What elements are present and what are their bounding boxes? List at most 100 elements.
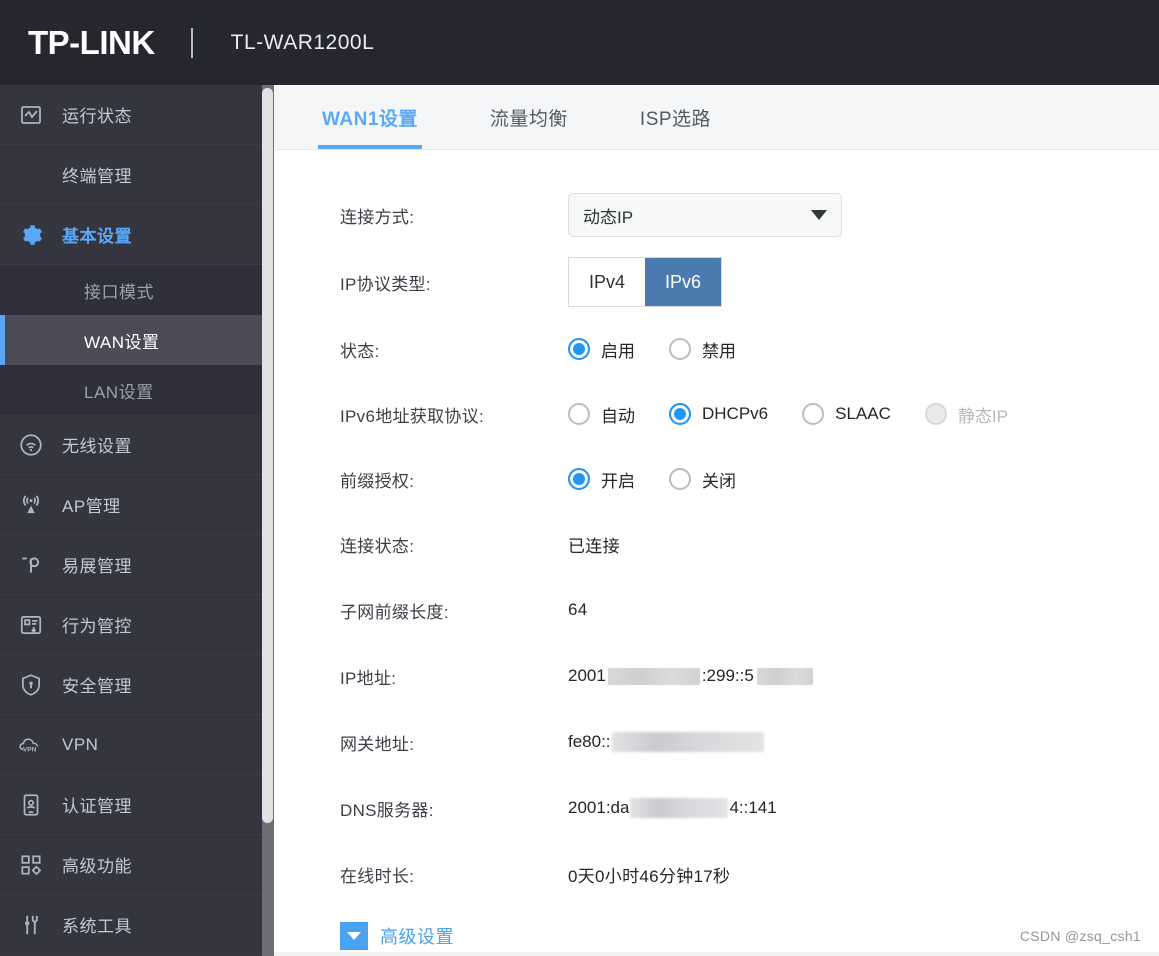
connection-status-value: 已连接	[568, 536, 620, 556]
redacted-block	[756, 667, 813, 685]
radio-dot	[568, 403, 590, 425]
sidebar-nav: 运行状态 终端管理 基本设置 接口模式 WAN设置 LAN设置 无线设置 AP管…	[0, 85, 263, 956]
sidebar-item-security-management[interactable]: 安全管理	[0, 655, 263, 715]
grid-gear-icon	[0, 852, 62, 878]
device-model-label: TL-WAR1200L	[230, 30, 375, 54]
sidebar-item-label: AP管理	[62, 497, 121, 516]
ipv6-acquire-radio-group: 自动 DHCPv6 SLAAC 静态IP	[568, 402, 1042, 427]
advanced-settings-toggle[interactable]: 高级设置	[340, 922, 454, 950]
status-radio-group: 启用 禁用	[568, 337, 770, 362]
sidebar-subitem-interface-mode[interactable]: 接口模式	[0, 265, 263, 315]
ip-protocol-toggle: IPv4 IPv6	[568, 257, 722, 307]
chevron-down-icon	[811, 210, 827, 220]
sidebar-subitem-lan-settings[interactable]: LAN设置	[0, 365, 263, 415]
field-online-duration: 在线时长: 0天0小时46分钟17秒	[340, 851, 1159, 897]
radio-label: 静态IP	[957, 406, 1008, 426]
connection-mode-select[interactable]: 动态IP	[568, 193, 842, 237]
sidebar-item-wireless-settings[interactable]: 无线设置	[0, 415, 263, 475]
sidebar-item-label: 安全管理	[62, 677, 132, 696]
field-label: 状态:	[340, 341, 380, 361]
field-ipv6-acquire-protocol: IPv6地址获取协议: 自动 DHCPv6 SLAAC 静态IP	[340, 391, 1159, 437]
behavior-control-icon	[0, 612, 62, 638]
tab-wan1-settings[interactable]: WAN1设置	[318, 85, 422, 149]
sidebar-item-advanced-features[interactable]: 高级功能	[0, 835, 263, 895]
selected-value: 动态IP	[583, 207, 634, 227]
wan-settings-form: 连接方式: 动态IP IP协议类型: IPv4 IPv6 状态: 启用 禁用 I…	[274, 150, 1159, 897]
chart-square-icon	[0, 103, 62, 127]
prefix-length-value: 64	[568, 600, 588, 619]
segment-ipv4[interactable]: IPv4	[569, 258, 645, 306]
sidebar-item-label: VPN	[62, 734, 99, 754]
tab-label: 流量均衡	[489, 108, 568, 130]
header-divider	[190, 27, 193, 58]
radio-status-enable[interactable]: 启用	[568, 337, 635, 362]
sidebar-item-label: 易展管理	[62, 557, 132, 576]
sidebar-item-terminal-management[interactable]: 终端管理	[0, 145, 263, 205]
sidebar-item-label: 终端管理	[62, 167, 132, 186]
field-ip-address: IP地址: 2001 :299::5	[340, 653, 1159, 699]
id-card-icon	[0, 792, 62, 818]
sidebar-item-running-status[interactable]: 运行状态	[0, 85, 263, 145]
radio-dot	[669, 468, 691, 490]
field-label: IP地址:	[340, 668, 397, 688]
radio-dot	[802, 403, 825, 425]
redacted-block	[630, 798, 729, 818]
ip-address-middle: :299::5	[701, 666, 754, 685]
advanced-settings-label: 高级设置	[380, 927, 454, 947]
sidebar-item-label: 基本设置	[62, 227, 132, 246]
sidebar-subitem-label: 接口模式	[84, 282, 154, 302]
radio-prefix-off[interactable]: 关闭	[669, 467, 736, 492]
radio-ipv6-auto[interactable]: 自动	[568, 402, 635, 427]
sidebar-item-mesh-management[interactable]: 易展管理	[0, 535, 263, 595]
radio-prefix-on[interactable]: 开启	[568, 467, 635, 492]
radio-ipv6-dhcpv6[interactable]: DHCPv6	[669, 403, 768, 425]
field-label: 子网前缀长度:	[340, 602, 449, 622]
watermark: CSDN @zsq_csh1	[1019, 928, 1141, 944]
redacted-block	[607, 667, 700, 685]
tools-icon	[0, 912, 62, 938]
sidebar-subitem-wan-settings[interactable]: WAN设置	[0, 315, 263, 365]
shield-lock-icon	[0, 672, 62, 698]
sidebar-item-authentication-management[interactable]: 认证管理	[0, 775, 263, 835]
field-label: 在线时长:	[340, 866, 415, 886]
sidebar-item-label: 无线设置	[62, 437, 132, 456]
radio-ipv6-slaac[interactable]: SLAAC	[802, 403, 891, 425]
sidebar-item-ap-management[interactable]: AP管理	[0, 475, 263, 535]
sidebar-scrollbar-thumb[interactable]	[262, 88, 273, 823]
field-label: IPv6地址获取协议:	[340, 406, 485, 426]
mesh-icon	[0, 552, 62, 578]
content-bottom-strip	[274, 952, 1159, 956]
app-header: TP-LINK TL-WAR1200L	[0, 0, 1159, 85]
radio-label: 启用	[601, 341, 635, 361]
segment-label: IPv4	[588, 271, 626, 292]
tab-label: WAN1设置	[322, 108, 418, 130]
sidebar-item-label: 运行状态	[62, 107, 132, 126]
online-duration-value: 0天0小时46分钟17秒	[568, 866, 731, 886]
ip-address-value: 2001 :299::5	[568, 666, 813, 686]
prefix-delegation-radio-group: 开启 关闭	[568, 467, 770, 492]
sidebar-item-system-tools[interactable]: 系统工具	[0, 895, 263, 955]
field-ip-protocol: IP协议类型: IPv4 IPv6	[340, 257, 1159, 307]
wifi-icon	[0, 432, 62, 458]
radio-label: SLAAC	[835, 404, 891, 423]
field-connection-status: 连接状态: 已连接	[340, 521, 1159, 567]
field-label: DNS服务器:	[340, 800, 434, 820]
sidebar-item-basic-settings[interactable]: 基本设置	[0, 205, 263, 265]
gateway-address-value: fe80::	[568, 732, 764, 752]
dns-prefix: 2001:da	[568, 798, 630, 817]
field-gateway-address: 网关地址: fe80::	[340, 719, 1159, 765]
field-label: 前缀授权:	[340, 471, 415, 491]
sidebar-item-vpn[interactable]: VPN VPN	[0, 715, 263, 775]
radio-status-disable[interactable]: 禁用	[669, 337, 736, 362]
tab-load-balance[interactable]: 流量均衡	[486, 85, 572, 149]
tab-isp-routing[interactable]: ISP选路	[636, 85, 715, 149]
svg-text:VPN: VPN	[23, 746, 37, 753]
sidebar-item-label: 行为管控	[62, 617, 132, 636]
radio-ipv6-static: 静态IP	[924, 402, 1008, 427]
field-dns-server: DNS服务器: 2001:da 4::141	[340, 785, 1159, 831]
sidebar-subitem-label: LAN设置	[84, 382, 154, 402]
segment-ipv6[interactable]: IPv6	[645, 258, 721, 306]
sidebar-item-behavior-control[interactable]: 行为管控	[0, 595, 263, 655]
field-label: 连接状态:	[340, 536, 415, 556]
field-label: IP协议类型:	[340, 274, 431, 294]
